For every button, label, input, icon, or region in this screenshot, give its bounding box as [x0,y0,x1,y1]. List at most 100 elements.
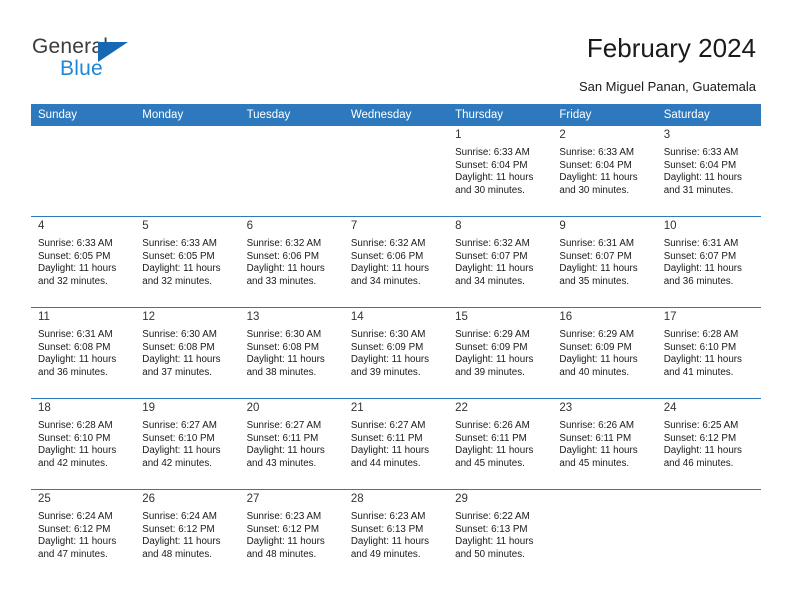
calendar-day-cell[interactable]: 22 Sunrise: 6:26 AM Sunset: 6:11 PM Dayligh… [448,398,553,490]
day-info-line: and 42 minutes. [38,457,108,469]
calendar-day-cell[interactable]: 1 Sunrise: 6:33 AM Sunset: 6:04 PM Daylight… [448,126,553,217]
calendar-day-cell[interactable]: 23 Sunrise: 6:26 AM Sunset: 6:11 PM Dayligh… [552,398,657,490]
calendar-day-cell[interactable]: 24 Sunrise: 6:25 AM Sunset: 6:12 PM Dayligh… [656,398,761,490]
day-sun-info: Sunrise: 6:23 AM Sunset: 6:12 PM Daylight:… [240,508,344,561]
day-number: 15 [455,311,468,323]
calendar-day-cell[interactable]: 8 Sunrise: 6:32 AM Sunset: 6:07 PM Daylight… [448,216,553,308]
calendar-week-row: 4 Sunrise: 6:33 AM Sunset: 6:05 PM Daylight… [31,216,761,308]
calendar-day-cell[interactable]: 15 Sunrise: 6:29 AM Sunset: 6:09 PM Dayligh… [448,307,553,399]
calendar-day-cell[interactable]: 7 Sunrise: 6:32 AM Sunset: 6:06 PM Daylight… [343,216,449,308]
day-info-line: Sunrise: 6:26 AM [559,420,635,431]
day-cell-content: 4 Sunrise: 6:33 AM Sunset: 6:05 PM Daylight… [31,217,135,307]
day-info-line: Daylight: 11 hours [455,536,534,548]
calendar-empty-cell [135,126,240,217]
calendar-day-cell[interactable]: 6 Sunrise: 6:32 AM Sunset: 6:06 PM Daylight… [239,216,344,308]
day-sun-info: Sunrise: 6:27 AM Sunset: 6:11 PM Daylight:… [344,417,448,470]
calendar-day-cell[interactable]: 16 Sunrise: 6:29 AM Sunset: 6:09 PM Dayligh… [552,307,657,399]
day-sun-info [344,144,448,147]
general-blue-logo[interactable]: General Blue [32,36,162,82]
day-sun-info: Sunrise: 6:30 AM Sunset: 6:08 PM Daylight:… [135,326,239,379]
day-info-line: and 44 minutes. [350,457,421,469]
day-info-line: Sunset: 6:09 PM [559,341,632,353]
day-cell-content: 10 Sunrise: 6:31 AM Sunset: 6:07 PM Dayligh… [657,217,761,307]
day-info-line: Sunset: 6:13 PM [350,523,424,535]
day-sun-info: Sunrise: 6:23 AM Sunset: 6:13 PM Daylight:… [344,508,448,561]
day-sun-info: Sunrise: 6:25 AM Sunset: 6:12 PM Daylight:… [657,417,761,470]
calendar-day-cell[interactable]: 27 Sunrise: 6:23 AM Sunset: 6:12 PM Dayligh… [239,489,344,580]
day-info-line: Sunset: 6:08 PM [38,341,111,353]
day-number: 28 [350,493,364,505]
day-info-line: Sunrise: 6:33 AM [663,147,739,158]
day-sun-info: Sunrise: 6:22 AM Sunset: 6:13 PM Daylight:… [448,508,552,561]
calendar-day-cell[interactable]: 11 Sunrise: 6:31 AM Sunset: 6:08 PM Dayligh… [31,307,136,399]
calendar-day-cell[interactable]: 9 Sunrise: 6:31 AM Sunset: 6:07 PM Daylight… [552,216,657,308]
day-info-line: Daylight: 11 hours [246,354,325,366]
day-info-line: Sunrise: 6:33 AM [455,147,530,158]
day-info-line: Sunset: 6:07 PM [663,250,737,262]
day-sun-info: Sunrise: 6:27 AM Sunset: 6:10 PM Daylight:… [135,417,239,470]
calendar-day-cell[interactable]: 25 Sunrise: 6:24 AM Sunset: 6:12 PM Dayligh… [31,489,136,580]
day-number: 2 [559,129,566,141]
day-number: 22 [455,402,468,414]
day-info-line: Sunset: 6:11 PM [350,432,423,444]
day-info-line: Daylight: 11 hours [142,536,221,548]
calendar-day-cell[interactable]: 12 Sunrise: 6:30 AM Sunset: 6:08 PM Dayligh… [135,307,240,399]
day-cell-content: 25 Sunrise: 6:24 AM Sunset: 6:12 PM Dayligh… [31,490,135,580]
day-info-line: Daylight: 11 hours [559,172,638,184]
day-info-line: and 33 minutes. [246,275,317,287]
day-number [344,126,448,144]
day-info-line: and 34 minutes. [455,275,525,287]
logo-word-general: General [32,35,109,58]
day-cell-content: 20 Sunrise: 6:27 AM Sunset: 6:11 PM Dayligh… [240,399,344,489]
day-info-line: Daylight: 11 hours [246,445,325,457]
day-number: 1 [455,129,462,141]
calendar-day-cell[interactable]: 4 Sunrise: 6:33 AM Sunset: 6:05 PM Daylight… [31,216,136,308]
day-sun-info: Sunrise: 6:32 AM Sunset: 6:06 PM Daylight:… [344,235,448,288]
calendar-day-cell[interactable]: 2 Sunrise: 6:33 AM Sunset: 6:04 PM Daylight… [552,126,657,217]
calendar-day-cell[interactable]: 14 Sunrise: 6:30 AM Sunset: 6:09 PM Dayligh… [343,307,449,399]
day-sun-info: Sunrise: 6:28 AM Sunset: 6:10 PM Daylight:… [31,417,135,470]
calendar-day-cell[interactable]: 3 Sunrise: 6:33 AM Sunset: 6:04 PM Daylight… [656,126,761,217]
day-info-line: Sunrise: 6:24 AM [142,511,217,522]
day-sun-info: Sunrise: 6:29 AM Sunset: 6:09 PM Daylight:… [448,326,552,379]
day-number: 12 [142,311,156,323]
calendar-day-cell[interactable]: 29 Sunrise: 6:22 AM Sunset: 6:13 PM Dayligh… [448,489,553,580]
day-info-line: Sunrise: 6:30 AM [246,329,322,340]
day-sun-info: Sunrise: 6:29 AM Sunset: 6:09 PM Daylight:… [552,326,656,379]
calendar-day-cell[interactable]: 13 Sunrise: 6:30 AM Sunset: 6:08 PM Dayligh… [239,307,344,399]
day-info-line: and 35 minutes. [559,275,630,287]
day-number: 7 [350,220,358,232]
calendar-day-cell[interactable]: 19 Sunrise: 6:27 AM Sunset: 6:10 PM Dayligh… [135,398,240,490]
day-sun-info [657,508,761,511]
day-info-line: Sunrise: 6:24 AM [38,511,113,522]
calendar-day-cell[interactable]: 26 Sunrise: 6:24 AM Sunset: 6:12 PM Dayligh… [135,489,240,580]
day-info-line: Sunset: 6:04 PM [663,159,737,171]
day-cell-content: 6 Sunrise: 6:32 AM Sunset: 6:06 PM Daylight… [240,217,344,307]
day-number: 11 [38,311,50,323]
day-info-line: Sunset: 6:12 PM [38,523,111,535]
day-cell-content: 15 Sunrise: 6:29 AM Sunset: 6:09 PM Dayligh… [448,308,552,398]
day-info-line: Sunset: 6:05 PM [38,250,111,262]
calendar-day-cell[interactable]: 28 Sunrise: 6:23 AM Sunset: 6:13 PM Dayligh… [343,489,449,580]
day-sun-info: Sunrise: 6:26 AM Sunset: 6:11 PM Daylight:… [448,417,552,470]
day-info-line: Sunrise: 6:32 AM [350,238,426,249]
day-cell-content: 27 Sunrise: 6:23 AM Sunset: 6:12 PM Dayligh… [240,490,344,580]
day-number [240,126,344,144]
day-info-line: Sunrise: 6:26 AM [455,420,530,431]
day-number: 26 [142,493,156,505]
day-info-line: Sunset: 6:07 PM [559,250,632,262]
calendar-day-cell[interactable]: 18 Sunrise: 6:28 AM Sunset: 6:10 PM Dayligh… [31,398,136,490]
calendar-day-cell[interactable]: 5 Sunrise: 6:33 AM Sunset: 6:05 PM Daylight… [135,216,240,308]
day-info-line: Sunset: 6:09 PM [350,341,424,353]
day-info-line: Daylight: 11 hours [38,263,117,275]
calendar-day-cell[interactable]: 20 Sunrise: 6:27 AM Sunset: 6:11 PM Dayligh… [239,398,344,490]
day-info-line: Sunrise: 6:23 AM [246,511,322,522]
day-sun-info [552,508,656,511]
calendar-day-cell[interactable]: 21 Sunrise: 6:27 AM Sunset: 6:11 PM Dayligh… [343,398,449,490]
day-number: 19 [142,402,156,414]
calendar-day-cell[interactable]: 10 Sunrise: 6:31 AM Sunset: 6:07 PM Dayligh… [656,216,761,308]
day-cell-content: 9 Sunrise: 6:31 AM Sunset: 6:07 PM Daylight… [552,217,656,307]
calendar-day-cell[interactable]: 17 Sunrise: 6:28 AM Sunset: 6:10 PM Dayligh… [656,307,761,399]
day-info-line: Sunset: 6:10 PM [142,432,215,444]
day-info-line: and 34 minutes. [350,275,421,287]
